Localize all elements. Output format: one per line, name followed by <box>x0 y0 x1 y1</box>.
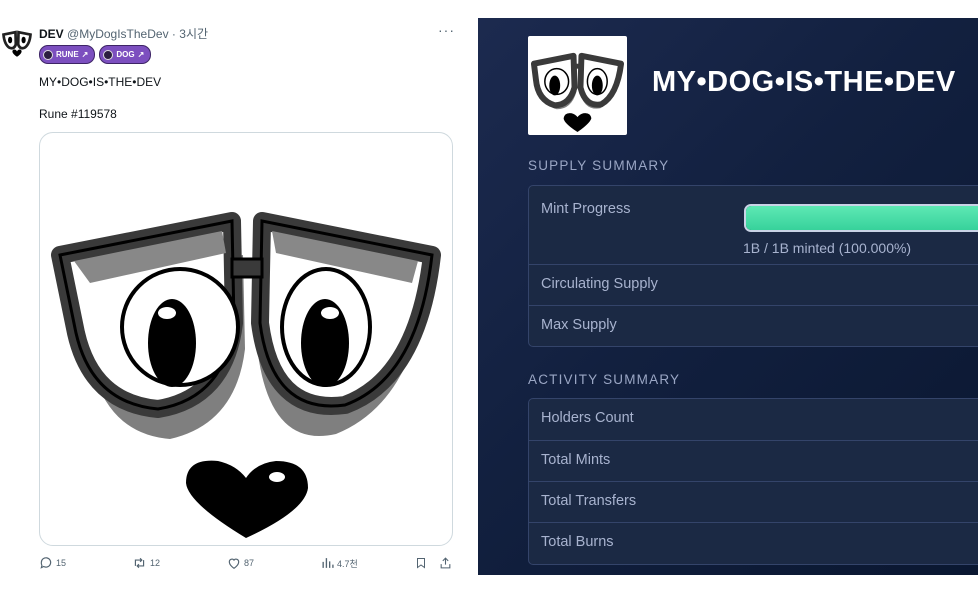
user-handle[interactable]: @MyDogIsTheDev <box>67 27 169 41</box>
supply-summary-card: Mint Progress 1B / 1B minted (100.000%) … <box>528 185 978 347</box>
separator: · <box>171 27 176 41</box>
total-transfers-label: Total Transfers <box>541 493 637 509</box>
reply-button[interactable]: 15 <box>39 556 66 570</box>
total-mints-label: Total Mints <box>541 452 611 468</box>
bookmark-button[interactable] <box>415 556 427 570</box>
rune-logo <box>528 36 627 135</box>
reply-icon <box>40 557 52 569</box>
tweet-actions: 15 12 87 4.7천 <box>39 556 453 572</box>
activity-summary-heading: ACTIVITY SUMMARY <box>528 372 681 387</box>
tweet-text-line: Rune #119578 <box>39 107 117 121</box>
timestamp[interactable]: 3시간 <box>179 27 208 41</box>
tweet-card: DEV @MyDogIsTheDev · 3시간 ··· RUNE ↗ DOG … <box>0 0 478 596</box>
external-link-icon: ↗ <box>81 50 89 59</box>
dog-icon <box>103 49 114 60</box>
bookmark-icon <box>417 558 425 569</box>
tweet-text-line: MY•DOG•IS•THE•DEV <box>39 75 162 89</box>
rune-icon <box>43 49 53 60</box>
total-burns-row: Total Burns <box>529 522 978 564</box>
tweet-header: DEV @MyDogIsTheDev · 3시간 <box>39 25 208 42</box>
like-count: 87 <box>244 558 255 568</box>
tag-dog[interactable]: DOG ↗ <box>99 45 152 64</box>
holders-count-label: Holders Count <box>541 410 634 426</box>
share-icon <box>440 557 451 569</box>
glasses-dog-illustration <box>51 212 441 538</box>
mint-progress-fill <box>746 206 978 230</box>
retweet-count: 12 <box>150 558 161 568</box>
external-link-icon: ↗ <box>137 50 145 59</box>
total-mints-row: Total Mints <box>529 440 978 482</box>
tag-list: RUNE ↗ DOG ↗ <box>39 45 152 64</box>
heart-icon <box>228 558 240 569</box>
max-supply-label: Max Supply <box>541 317 617 333</box>
glasses-dog-icon <box>530 52 625 133</box>
activity-summary-card: Holders Count Total Mints Total Transfer… <box>528 398 978 565</box>
tweet-image[interactable] <box>39 132 453 546</box>
views-count: 4.7천 <box>337 558 358 569</box>
mint-progress-bar <box>744 204 978 232</box>
views-icon <box>322 558 334 568</box>
circulating-supply-label: Circulating Supply <box>541 276 658 292</box>
tag-rune[interactable]: RUNE ↗ <box>39 45 96 64</box>
retweet-icon <box>134 557 145 569</box>
holders-count-row: Holders Count <box>529 399 978 440</box>
mint-progress-text: 1B / 1B minted (100.000%) <box>743 240 912 256</box>
rune-info-panel: MY•DOG•IS•THE•DEV SUPPLY SUMMARY Mint Pr… <box>478 18 978 575</box>
circulating-supply-row: Circulating Supply <box>529 264 978 305</box>
views-button[interactable]: 4.7천 <box>321 556 358 570</box>
tag-label: DOG <box>116 50 135 59</box>
supply-summary-heading: SUPPLY SUMMARY <box>528 158 670 173</box>
rune-title: MY•DOG•IS•THE•DEV <box>652 66 956 98</box>
max-supply-row: Max Supply <box>529 305 978 346</box>
mint-progress-label: Mint Progress <box>541 201 631 217</box>
total-burns-label: Total Burns <box>541 534 614 550</box>
display-name[interactable]: DEV <box>39 27 64 41</box>
like-button[interactable]: 87 <box>227 556 254 570</box>
share-button[interactable] <box>439 556 452 570</box>
reply-count: 15 <box>56 558 67 568</box>
avatar[interactable] <box>2 28 32 58</box>
total-transfers-row: Total Transfers <box>529 481 978 523</box>
mint-progress-row: Mint Progress 1B / 1B minted (100.000%) <box>529 186 978 264</box>
retweet-button[interactable]: 12 <box>132 556 160 570</box>
more-options-icon[interactable]: ··· <box>438 22 455 38</box>
tag-label: RUNE <box>56 50 79 59</box>
